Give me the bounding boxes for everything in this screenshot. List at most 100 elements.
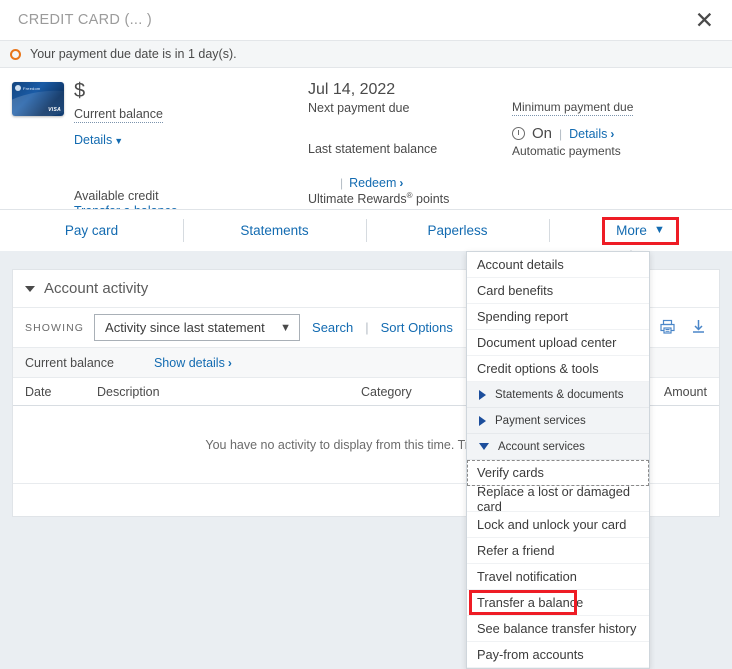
automatic-payments-label: Automatic payments <box>512 144 621 158</box>
menu-item-document-upload-center[interactable]: Document upload center <box>467 330 649 356</box>
redeem-label: Redeem <box>349 176 397 191</box>
column-header-description: Description <box>97 384 160 399</box>
alert-circle-icon <box>10 48 21 60</box>
current-balance-label[interactable]: Current balance <box>74 107 163 123</box>
close-icon[interactable]: ✕ <box>693 8 716 32</box>
tab-statements[interactable]: Statements <box>183 210 366 251</box>
menu-item-replace-a-lost-or-damaged-card[interactable]: Replace a lost or damaged card <box>467 483 649 514</box>
tab-more-highlight-box: More ▼ <box>602 216 679 245</box>
triangle-right-icon <box>479 415 486 426</box>
tab-pay-card[interactable]: Pay card <box>0 210 183 251</box>
menu-item-label: Travel notification <box>477 569 577 584</box>
menu-item-label: Transfer a balance <box>477 595 584 610</box>
menu-item-verify-cards[interactable]: Verify cards <box>467 460 649 486</box>
more-dropdown-menu: Account details Card benefits Spending rep… <box>466 251 650 669</box>
minimum-payment-due-label[interactable]: Minimum payment due <box>512 100 634 116</box>
account-tabs: Pay card Statements Paperless More ▼ <box>0 209 732 251</box>
window-titlebar: CREDIT CARD (... ) ✕ <box>0 0 732 41</box>
tab-pay-card-label: Pay card <box>64 223 119 238</box>
menu-item-label: Document upload center <box>477 335 617 350</box>
menu-item-spending-report[interactable]: Spending report <box>467 304 649 330</box>
alert-message: Your payment due date is in 1 day(s). <box>30 47 237 61</box>
menu-item-credit-options-tools[interactable]: Credit options & tools <box>467 356 649 382</box>
menu-item-label: Credit options & tools <box>477 361 599 376</box>
triangle-right-icon <box>479 389 486 400</box>
menu-item-label: Verify cards <box>477 465 544 480</box>
menu-item-account-services[interactable]: Account services <box>467 434 649 460</box>
chevron-right-icon: › <box>610 126 615 141</box>
search-link[interactable]: Search <box>312 320 353 335</box>
menu-item-see-balance-transfer-history[interactable]: See balance transfer history <box>467 616 649 642</box>
account-summary-panel: Freedom VISA $ Current balance Details ▼ … <box>0 68 732 218</box>
balance-details-link[interactable]: Details ▼ <box>74 133 123 147</box>
next-payment-date: Jul 14, 2022 <box>308 81 396 98</box>
auto-payment-details-link[interactable]: Details › <box>569 127 614 141</box>
menu-item-pay-from-accounts[interactable]: Pay-from accounts <box>467 642 649 668</box>
ultimate-rewards-points-label: Ultimate Rewards® points <box>308 191 450 207</box>
current-balance-amount: $ <box>74 80 86 102</box>
payment-due-alert: Your payment due date is in 1 day(s). <box>0 41 732 68</box>
showing-label: SHOWING <box>25 321 85 334</box>
menu-item-label: Account services <box>498 440 585 453</box>
download-icon[interactable] <box>690 318 707 338</box>
menu-item-label: Refer a friend <box>477 543 555 558</box>
tab-paperless[interactable]: Paperless <box>366 210 549 251</box>
last-statement-balance-label: Last statement balance <box>308 142 438 157</box>
activity-filter-value: Activity since last statement <box>105 320 265 335</box>
chevron-right-icon: › <box>399 176 404 191</box>
menu-item-refer-a-friend[interactable]: Refer a friend <box>467 538 649 564</box>
tab-statements-label: Statements <box>240 223 309 238</box>
redeem-link[interactable]: Redeem › <box>349 176 403 190</box>
page-title: CREDIT CARD (... ) <box>18 12 153 28</box>
balance-column: $ Current balance Details ▼ Available cre… <box>68 80 308 218</box>
menu-item-label: Replace a lost or damaged card <box>477 483 630 514</box>
activity-filter-select[interactable]: Activity since last statement ▼ <box>94 314 301 341</box>
show-details-label: Show details <box>153 355 225 370</box>
divider-pipe: | <box>365 320 369 335</box>
payment-column: Jul 14, 2022 Next payment due Last state… <box>308 80 508 218</box>
next-payment-due-label: Next payment due <box>308 101 410 116</box>
menu-item-label: Account details <box>477 257 564 272</box>
column-header-date: Date <box>25 384 52 399</box>
credit-card-image: Freedom VISA <box>12 82 64 116</box>
visa-logo-icon: VISA <box>48 107 61 113</box>
chevron-down-icon: ▼ <box>114 136 124 146</box>
tab-paperless-label: Paperless <box>427 223 488 238</box>
menu-item-label: See balance transfer history <box>477 621 637 636</box>
menu-item-label: Card benefits <box>477 283 554 298</box>
menu-item-account-details[interactable]: Account details <box>467 252 649 278</box>
menu-item-card-benefits[interactable]: Card benefits <box>467 278 649 304</box>
auto-details-label: Details <box>569 126 608 141</box>
menu-item-statements-documents[interactable]: Statements & documents <box>467 382 649 408</box>
current-balance-row-label: Current balance <box>25 355 114 370</box>
menu-item-transfer-a-balance[interactable]: Transfer a balance <box>467 590 649 616</box>
show-details-link[interactable]: Show details › <box>154 356 232 370</box>
minimum-payment-column: Minimum payment due On | Details › Automa… <box>508 80 720 218</box>
sort-options-link[interactable]: Sort Options <box>381 320 453 335</box>
menu-item-label: Payment services <box>495 414 586 427</box>
triangle-down-icon <box>479 443 489 450</box>
card-thumbnail-wrap: Freedom VISA <box>12 80 68 218</box>
triangle-down-icon <box>25 285 35 292</box>
chevron-right-icon: › <box>227 355 232 370</box>
available-credit-label: Available credit <box>74 189 159 203</box>
chevron-down-icon: ▼ <box>280 321 292 334</box>
menu-item-payment-services[interactable]: Payment services <box>467 408 649 434</box>
account-activity-title: Account activity <box>44 280 149 297</box>
divider-pipe: | <box>340 176 344 191</box>
menu-item-label: Pay-from accounts <box>477 647 584 662</box>
balance-details-label: Details <box>74 133 113 147</box>
menu-item-lock-and-unlock-your-card[interactable]: Lock and unlock your card <box>467 512 649 538</box>
tab-more[interactable]: More ▼ <box>549 210 732 251</box>
auto-payment-state: On <box>532 125 553 142</box>
card-brand-logo-icon: Freedom <box>15 85 40 91</box>
menu-item-label: Spending report <box>477 309 569 324</box>
divider-pipe: | <box>559 126 563 141</box>
menu-item-label: Lock and unlock your card <box>477 517 627 532</box>
column-header-amount: Amount <box>663 384 707 399</box>
print-icon[interactable] <box>659 318 676 338</box>
menu-item-travel-notification[interactable]: Travel notification <box>467 564 649 590</box>
menu-item-label: Statements & documents <box>495 388 624 401</box>
tab-more-label: More <box>616 222 647 238</box>
auto-payment-clock-icon <box>512 127 525 140</box>
